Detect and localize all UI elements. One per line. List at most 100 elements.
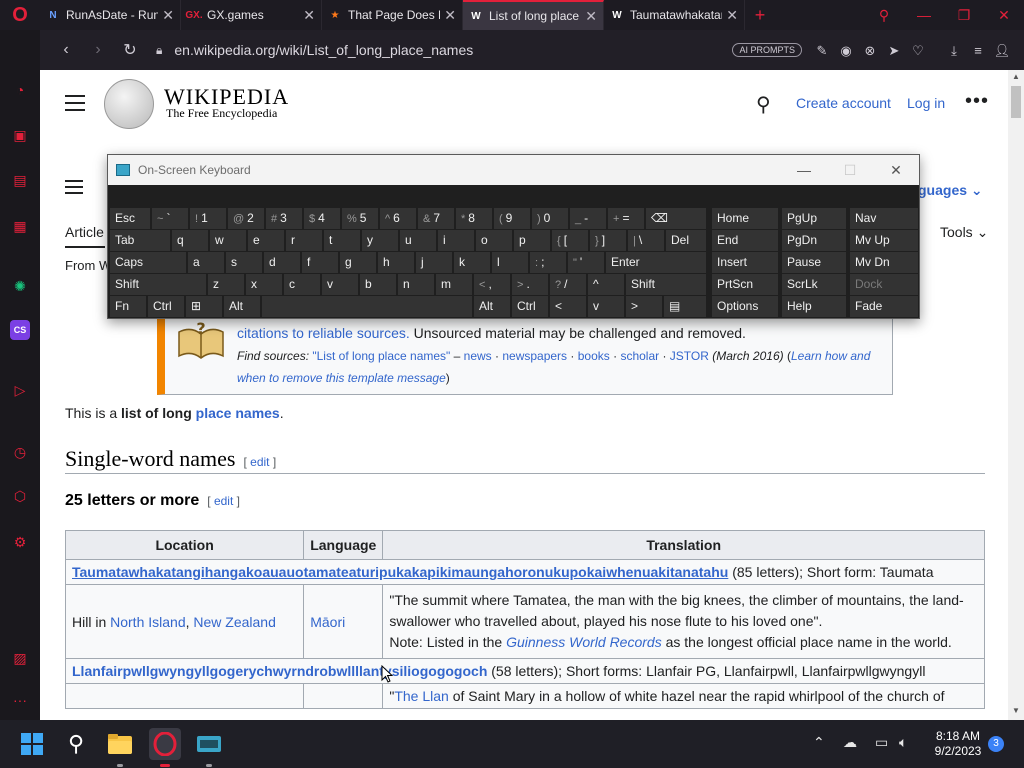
- cpu-icon[interactable]: ▦: [10, 216, 30, 236]
- osk-key[interactable]: ~ `: [152, 208, 188, 229]
- osk-key[interactable]: v: [588, 296, 624, 317]
- osk-key[interactable]: Enter: [606, 252, 706, 273]
- osk-key[interactable]: @2: [228, 208, 264, 229]
- speed-dial-icon[interactable]: ◔: [10, 80, 30, 100]
- place-link[interactable]: Taumatawhakatangihangakoauauotamateaturi…: [72, 564, 728, 580]
- osk-key[interactable]: h: [378, 252, 414, 273]
- osk-nav-key[interactable]: Nav: [850, 208, 918, 229]
- osk-key[interactable]: Ctrl: [148, 296, 184, 317]
- llan-link[interactable]: The Llan: [394, 688, 448, 704]
- osk-key[interactable]: i: [438, 230, 474, 251]
- osk-taskbar-icon[interactable]: [193, 728, 225, 760]
- osk-key[interactable]: $4: [304, 208, 340, 229]
- scroll-down-icon[interactable]: ▼: [1012, 706, 1020, 715]
- guinness-link[interactable]: Guinness World Records: [506, 634, 662, 650]
- settings-gear-icon[interactable]: ⚙: [10, 532, 30, 552]
- player-icon[interactable]: ▷: [10, 380, 30, 400]
- osk-key[interactable]: l: [492, 252, 528, 273]
- osk-nav-key[interactable]: Mv Dn: [850, 252, 918, 273]
- search-icon[interactable]: ⚲: [756, 92, 771, 117]
- shopping-bag-icon[interactable]: ▣: [10, 125, 30, 145]
- osk-key[interactable]: (9: [494, 208, 530, 229]
- tools-menu[interactable]: Tools ⌄: [940, 224, 988, 241]
- osk-nav-key[interactable]: Fade: [850, 296, 918, 317]
- twitch-icon[interactable]: ▤: [10, 170, 30, 190]
- osk-key[interactable]: ^ 6: [380, 208, 416, 229]
- tab-close-icon[interactable]: ✕: [303, 7, 315, 24]
- osk-key[interactable]: <: [550, 296, 586, 317]
- show-hidden-icons-icon[interactable]: ⌃: [813, 734, 825, 751]
- edit-icon[interactable]: ✎: [810, 43, 834, 59]
- start-windows-icon[interactable]: [16, 728, 48, 760]
- osk-key[interactable]: s: [226, 252, 262, 273]
- tab-article[interactable]: Article: [65, 224, 104, 240]
- browser-tab-4[interactable]: W Taumatawhakatan ✕: [604, 0, 745, 30]
- url-field[interactable]: en.wikipedia.org/wiki/List_of_long_place…: [174, 42, 732, 58]
- wikipedia-globe-logo[interactable]: [104, 79, 154, 129]
- osk-key[interactable]: v: [322, 274, 358, 295]
- chatgpt-icon[interactable]: ✺: [10, 276, 30, 296]
- download-icon[interactable]: ⤓: [942, 43, 966, 59]
- osk-key[interactable]: m: [436, 274, 472, 295]
- osk-nav-key[interactable]: Mv Up: [850, 230, 918, 251]
- osk-nav-key[interactable]: Insert: [712, 252, 778, 273]
- osk-key[interactable]: a: [188, 252, 224, 273]
- log-in-link[interactable]: Log in: [907, 95, 945, 111]
- languages-button[interactable]: guages ⌄: [918, 182, 983, 199]
- osk-key[interactable]: Fn: [110, 296, 146, 317]
- osk-key[interactable]: Esc: [110, 208, 150, 229]
- osk-nav-key[interactable]: Help: [782, 296, 846, 317]
- search-tabs-icon[interactable]: ⚲: [864, 7, 904, 24]
- tab-close-icon[interactable]: ✕: [444, 7, 456, 24]
- osk-key[interactable]: >: [626, 296, 662, 317]
- file-explorer-icon[interactable]: [104, 728, 136, 760]
- osk-key[interactable]: " ': [568, 252, 604, 273]
- osk-nav-key[interactable]: Home: [712, 208, 778, 229]
- new-tab-icon[interactable]: +: [745, 0, 775, 30]
- browser-tab-3[interactable]: W List of long place ✕: [463, 0, 604, 30]
- osk-key[interactable]: ⊞: [186, 296, 222, 317]
- osk-key[interactable]: g: [340, 252, 376, 273]
- osk-key[interactable]: Shift: [110, 274, 206, 295]
- main-menu-icon[interactable]: [65, 95, 85, 116]
- osk-key[interactable]: d: [264, 252, 300, 273]
- block-icon[interactable]: ⊗: [858, 43, 882, 59]
- osk-key[interactable]: _ -: [570, 208, 606, 229]
- osk-key[interactable]: k: [454, 252, 490, 273]
- osk-key[interactable]: ^: [588, 274, 624, 295]
- osk-nav-key[interactable]: PgDn: [782, 230, 846, 251]
- osk-key[interactable]: & 7: [418, 208, 454, 229]
- osk-key[interactable]: ) 0: [532, 208, 568, 229]
- opera-taskbar-icon[interactable]: [149, 728, 181, 760]
- osk-nav-key[interactable]: Options: [712, 296, 778, 317]
- news-link[interactable]: news: [464, 349, 492, 363]
- back-icon[interactable]: ‹: [50, 41, 82, 59]
- browser-tab-1[interactable]: GX. GX.games ✕: [181, 0, 322, 30]
- osk-nav-key[interactable]: PrtScn: [712, 274, 778, 295]
- osk-key[interactable]: n: [398, 274, 434, 295]
- gallery-image-icon[interactable]: ▨: [10, 648, 30, 668]
- osk-key[interactable]: w: [210, 230, 246, 251]
- osk-key[interactable]: <,: [474, 274, 510, 295]
- osk-key[interactable]: y: [362, 230, 398, 251]
- osk-key[interactable]: j: [416, 252, 452, 273]
- osk-nav-key[interactable]: ScrLk: [782, 274, 846, 295]
- tab-close-icon[interactable]: ✕: [726, 7, 738, 24]
- osk-key[interactable]: u: [400, 230, 436, 251]
- newspapers-link[interactable]: newspapers: [502, 349, 567, 363]
- ai-prompts-button[interactable]: AI PROMPTS: [732, 43, 802, 57]
- edit-link[interactable]: edit: [250, 455, 269, 469]
- heart-icon[interactable]: ♡: [906, 43, 930, 59]
- system-clock[interactable]: 8:18 AM 9/2/2023: [928, 729, 988, 759]
- osk-key[interactable]: {[: [552, 230, 588, 251]
- browser-tab-0[interactable]: N RunAsDate - Run ✕: [40, 0, 181, 30]
- more-options-icon[interactable]: •••: [965, 90, 989, 113]
- osk-key[interactable]: o: [476, 230, 512, 251]
- osk-key[interactable]: Tab: [110, 230, 170, 251]
- osk-key[interactable]: q: [172, 230, 208, 251]
- network-icon[interactable]: ▭: [875, 734, 888, 751]
- toc-icon[interactable]: [65, 180, 83, 198]
- osk-key[interactable]: ! 1: [190, 208, 226, 229]
- osk-key[interactable]: #3: [266, 208, 302, 229]
- osk-key[interactable]: c: [284, 274, 320, 295]
